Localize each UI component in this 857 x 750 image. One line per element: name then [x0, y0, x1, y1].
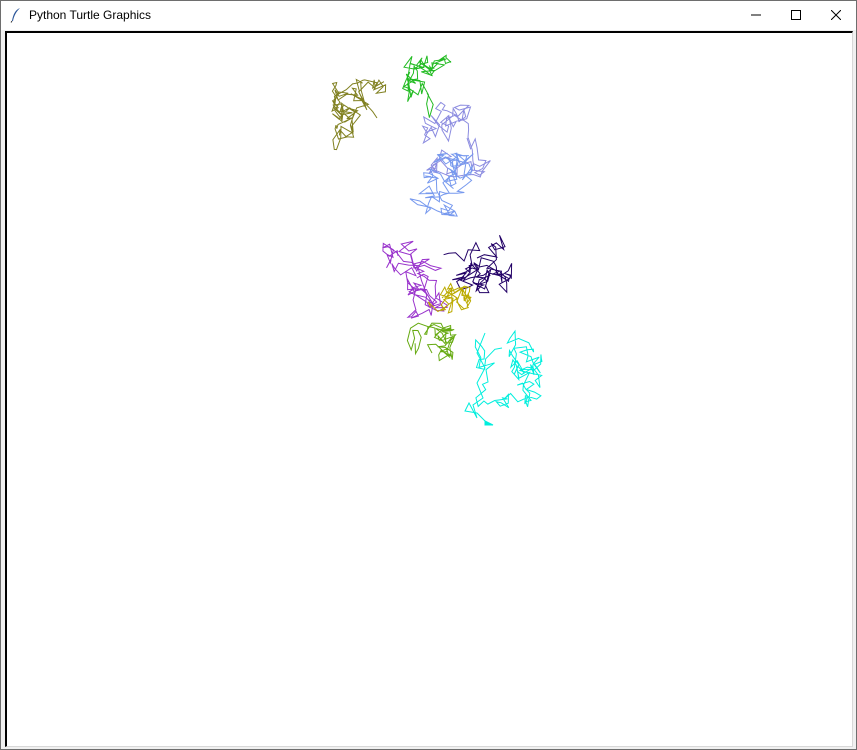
window-title: Python Turtle Graphics	[29, 8, 152, 22]
turtle-cursor-icon	[484, 420, 494, 426]
turtle-trail	[406, 322, 457, 362]
turtle-window: Python Turtle Graphics	[0, 0, 857, 750]
maximize-button[interactable]	[776, 1, 816, 30]
turtle-trail	[474, 329, 543, 409]
close-button[interactable]	[816, 1, 856, 30]
turtle-trail	[427, 282, 472, 314]
feather-icon	[10, 8, 20, 23]
turtle-trail	[331, 78, 387, 151]
minimize-button[interactable]	[736, 1, 776, 30]
turtle-trail	[464, 332, 488, 424]
turtle-trail	[443, 234, 513, 294]
turtle-trail	[409, 152, 474, 217]
drawing-canvas	[331, 54, 543, 426]
turtle-canvas[interactable]	[5, 31, 853, 747]
close-icon	[831, 10, 841, 20]
maximize-icon	[791, 10, 801, 20]
turtle-trail	[382, 240, 448, 319]
title-bar[interactable]: Python Turtle Graphics	[1, 1, 856, 30]
minimize-icon	[751, 14, 761, 16]
